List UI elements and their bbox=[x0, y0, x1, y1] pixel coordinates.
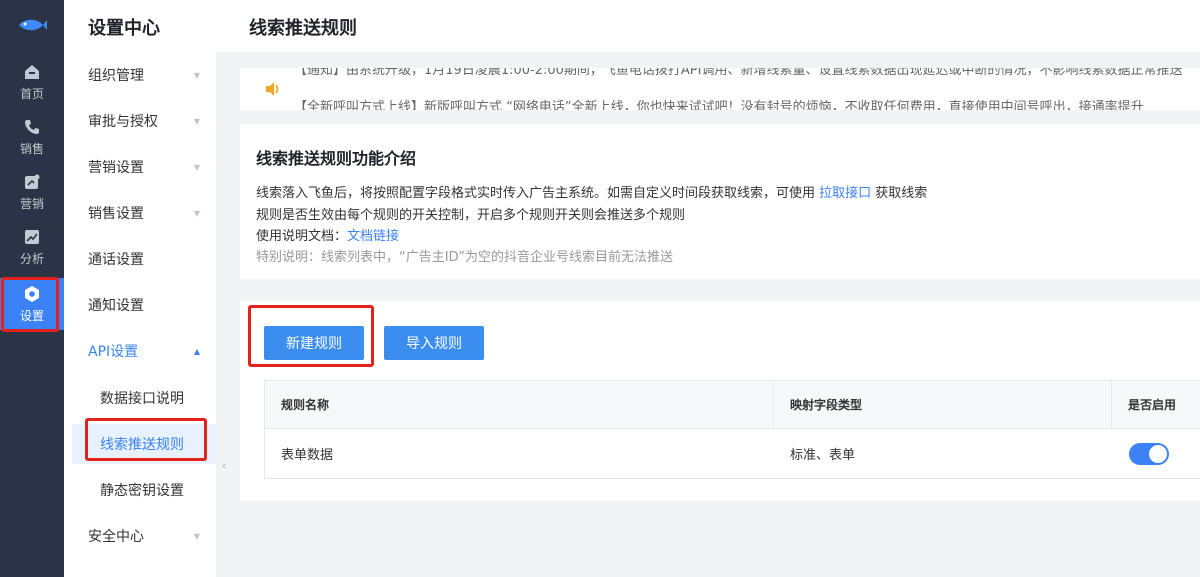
sidebar-subitem-label: 静态密钥设置 bbox=[100, 483, 184, 499]
rail-item-sales[interactable]: 销售 bbox=[0, 111, 64, 163]
sidebar-item-label: 审批与授权 bbox=[88, 114, 158, 130]
notice-text-1[interactable]: 【通知】由系统升级，1月19日凌晨1:00-2:00期间，飞鱼电话拨打API调用… bbox=[294, 68, 1182, 78]
intro-text: 获取线索 bbox=[871, 186, 928, 201]
column-header-type: 映射字段类型 bbox=[790, 398, 863, 412]
pull-api-link[interactable]: 拉取接口 bbox=[819, 186, 871, 201]
sidebar-item-sales[interactable]: 销售设置 ▼ bbox=[64, 190, 216, 236]
chevron-down-icon: ▼ bbox=[193, 531, 200, 541]
home-icon bbox=[25, 64, 39, 79]
sidebar-item-label: 通知设置 bbox=[88, 298, 144, 314]
sidebar-subitem-label: 数据接口说明 bbox=[100, 391, 184, 407]
column-divider bbox=[1111, 381, 1112, 428]
column-header-enabled: 是否启用 bbox=[1128, 398, 1177, 412]
sidebar-subitem-label: 线索推送规则 bbox=[100, 437, 184, 453]
sidebar-item-approval[interactable]: 审批与授权 ▼ bbox=[64, 98, 216, 144]
rail-item-analysis[interactable]: 分析 bbox=[0, 221, 64, 273]
app-rail: 首页 销售 营销 分析 设置 bbox=[0, 0, 64, 577]
marketing-icon bbox=[25, 174, 40, 189]
rail-item-marketing[interactable]: 营销 bbox=[0, 166, 64, 218]
table-header: 规则名称 映射字段类型 是否启用 bbox=[265, 381, 1200, 429]
page-title: 线索推送规则 bbox=[249, 18, 357, 39]
rail-item-home[interactable]: 首页 bbox=[0, 56, 64, 108]
notice-text-2[interactable]: 【全新呼叫方式上线】新版呼叫方式 “网络电话”全新上线，你也快来试试吧！没有封号… bbox=[294, 96, 1144, 110]
speaker-icon bbox=[266, 82, 279, 96]
column-divider bbox=[773, 381, 774, 428]
rail-item-label: 设置 bbox=[19, 308, 44, 323]
chevron-down-icon: ▼ bbox=[193, 70, 200, 80]
sidebar-title: 设置中心 bbox=[88, 18, 160, 39]
intro-text: 使用说明文档： bbox=[256, 229, 348, 244]
enable-toggle[interactable] bbox=[1129, 443, 1169, 465]
intro-line-2: 规则是否生效由每个规则的开关控制，开启多个规则开关则会推送多个规则 bbox=[256, 208, 686, 223]
sidebar-item-notify[interactable]: 通知设置 bbox=[64, 282, 216, 328]
sidebar-subitem-static-key[interactable]: 静态密钥设置 bbox=[72, 470, 216, 510]
rail-item-settings[interactable]: 设置 bbox=[0, 278, 64, 330]
rail-item-label: 分析 bbox=[19, 251, 44, 266]
sidebar-item-marketing[interactable]: 营销设置 ▼ bbox=[64, 144, 216, 190]
intro-line-4: 特别说明：线索列表中，“广告主ID”为空的抖音企业号线索目前无法推送 bbox=[256, 250, 673, 265]
phone-icon bbox=[25, 119, 39, 134]
rule-type-cell: 标准、表单 bbox=[790, 448, 856, 463]
new-rule-button[interactable]: 新建规则 bbox=[264, 326, 364, 360]
sidebar-item-label: 通话设置 bbox=[88, 252, 144, 268]
chart-icon bbox=[25, 229, 39, 244]
table-row: 表单数据 标准、表单 bbox=[265, 429, 1200, 478]
sidebar-item-label: 组织管理 bbox=[88, 68, 144, 84]
intro-line-1: 线索落入飞鱼后，将按照配置字段格式实时传入广告主系统。如需自定义时间段获取线索，… bbox=[256, 182, 927, 201]
import-rule-button[interactable]: 导入规则 bbox=[384, 326, 484, 360]
intro-card: 线索推送规则功能介绍 线索落入飞鱼后，将按照配置字段格式实时传入广告主系统。如需… bbox=[240, 124, 1200, 279]
collapse-sidebar-icon[interactable]: ‹ bbox=[216, 440, 232, 492]
settings-icon bbox=[25, 285, 39, 302]
rule-name-cell: 表单数据 bbox=[281, 448, 334, 463]
rules-table: 规则名称 映射字段类型 是否启用 表单数据 标准、表单 bbox=[264, 380, 1200, 479]
rail-item-label: 销售 bbox=[19, 141, 44, 156]
chevron-down-icon: ▼ bbox=[193, 116, 200, 126]
sidebar-subitem-lead-push[interactable]: 线索推送规则 bbox=[72, 424, 216, 464]
rail-item-label: 营销 bbox=[19, 196, 44, 211]
doc-link[interactable]: 文档链接 bbox=[347, 229, 399, 244]
sidebar-item-call[interactable]: 通话设置 bbox=[64, 236, 216, 282]
intro-title: 线索推送规则功能介绍 bbox=[256, 149, 417, 168]
sidebar-item-org[interactable]: 组织管理 ▼ bbox=[64, 52, 216, 98]
fish-logo-icon[interactable] bbox=[0, 0, 64, 50]
chevron-down-icon: ▼ bbox=[193, 208, 200, 218]
sidebar-item-api[interactable]: API设置 ▲ bbox=[64, 328, 216, 374]
page-header: 线索推送规则 bbox=[216, 0, 1200, 52]
rail-item-label: 首页 bbox=[19, 86, 44, 101]
toggle-knob bbox=[1149, 445, 1167, 463]
sidebar-item-security[interactable]: 安全中心 ▼ bbox=[64, 513, 216, 559]
intro-line-3: 使用说明文档：文档链接 bbox=[256, 225, 399, 244]
intro-text: 线索落入飞鱼后，将按照配置字段格式实时传入广告主系统。如需自定义时间段获取线索，… bbox=[256, 186, 820, 201]
sidebar-subitem-data-api[interactable]: 数据接口说明 bbox=[72, 378, 216, 418]
notice-bar: 【通知】由系统升级，1月19日凌晨1:00-2:00期间，飞鱼电话拨打API调用… bbox=[240, 68, 1200, 110]
settings-sidebar: 设置中心 组织管理 ▼ 审批与授权 ▼ 营销设置 ▼ 销售设置 ▼ 通话设置 通… bbox=[64, 0, 216, 577]
sidebar-item-label: 安全中心 bbox=[88, 529, 144, 545]
sidebar-item-label: 营销设置 bbox=[88, 160, 144, 176]
chevron-up-icon: ▲ bbox=[193, 346, 200, 356]
chevron-down-icon: ▼ bbox=[193, 162, 200, 172]
sidebar-item-label: 销售设置 bbox=[88, 206, 144, 222]
sidebar-item-label: API设置 bbox=[88, 344, 139, 360]
column-header-name: 规则名称 bbox=[281, 398, 330, 412]
